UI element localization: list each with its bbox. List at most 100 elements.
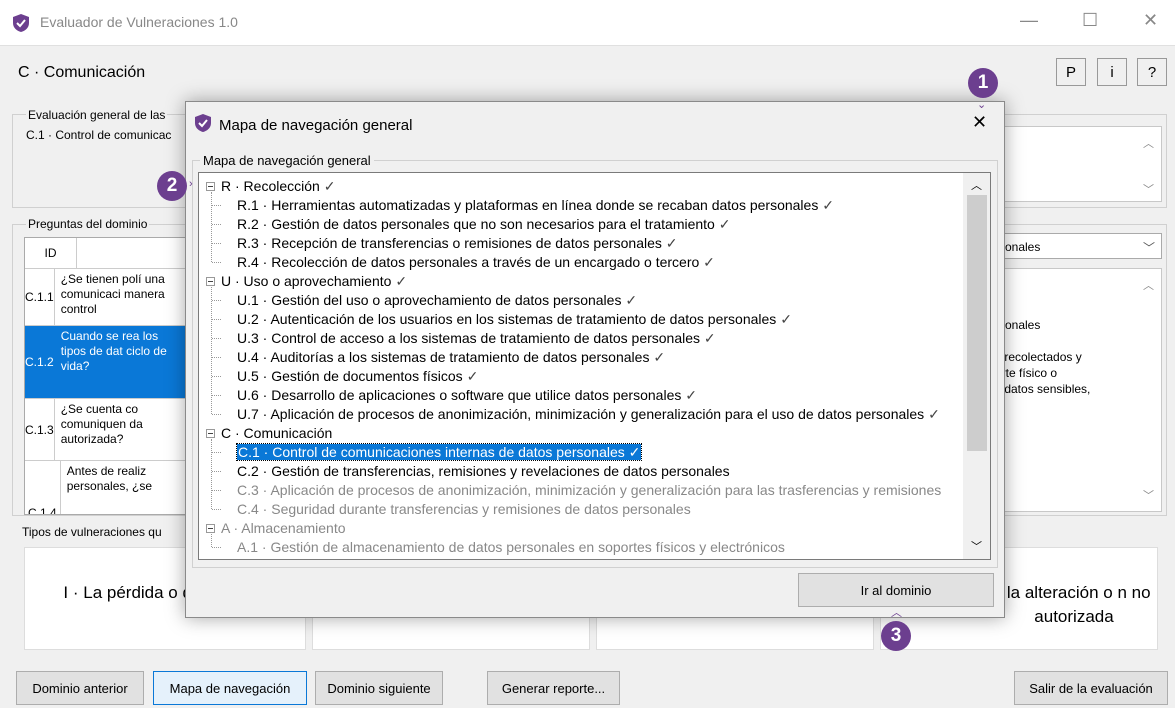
help-button[interactable]: ? (1137, 58, 1167, 86)
tree-subdomain-node[interactable]: U.6 · Desarrollo de aplicaciones o softw… (237, 386, 697, 404)
table-row[interactable]: C.1.3 ¿Se cuenta co comuniquen da autoriz… (25, 398, 185, 460)
scroll-up-icon[interactable]: ︿ (968, 176, 985, 193)
table-header: ID (25, 238, 185, 268)
collapse-toggle-icon[interactable] (206, 429, 215, 438)
row-id: C.1.3 (25, 399, 55, 460)
tree-node-label: C.4 · Seguridad durante transferencias y… (237, 501, 691, 517)
tree-connector (212, 509, 221, 510)
dialog-close-button[interactable]: ✕ (972, 112, 987, 133)
tree-connector (212, 357, 221, 358)
tree-subdomain-node[interactable]: R.2 · Gestión de datos personales que no… (237, 215, 730, 233)
generate-report-button[interactable]: Generar reporte... (487, 671, 620, 705)
tree-subdomain-node[interactable]: U.4 · Auditorías a los sistemas de trata… (237, 348, 665, 366)
tree-subdomain-node[interactable]: C.4 · Seguridad durante transferencias y… (237, 500, 691, 518)
table-row[interactable]: C.1.1 ¿Se tienen polí una comunicaci mane… (25, 268, 185, 325)
tree-subdomain-node[interactable]: R.3 · Recepción de transferencias o remi… (237, 234, 678, 252)
tree-domain-node[interactable]: A · Almacenamiento (221, 519, 346, 537)
tree-node-label: C.1 · Control de comunicaciones internas… (235, 443, 643, 461)
tree-scrollbar[interactable]: ︿ ﹀ (963, 173, 990, 559)
annotation-badge-1: 1 (968, 68, 998, 98)
checkmark-icon: ✓ (718, 216, 731, 232)
table-row-selected[interactable]: C.1.2 Cuando se rea los tipos de dat cicl… (25, 325, 185, 398)
tree-subdomain-node[interactable]: U.1 · Gestión del uso o aprovechamiento … (237, 291, 637, 309)
tree-node-label: A · Almacenamiento (221, 520, 346, 536)
tree-domain-node[interactable]: U · Uso o aprovechamiento ✓ (221, 272, 407, 290)
tree-node-label: A.1 · Gestión de almacenamiento de datos… (237, 539, 785, 555)
tree-subdomain-node[interactable]: U.2 · Autenticación de los usuarios en l… (237, 310, 792, 328)
info-button[interactable]: i (1097, 58, 1127, 86)
tree-subdomain-node[interactable]: U.5 · Gestión de documentos físicos ✓ (237, 367, 478, 385)
exit-evaluation-button[interactable]: Salir de la evaluación (1014, 671, 1168, 705)
tree-subdomain-node[interactable]: C.1 · Control de comunicaciones internas… (235, 443, 643, 461)
collapse-toggle-icon[interactable] (206, 182, 215, 191)
tree-connector (212, 319, 221, 320)
scroll-down-icon[interactable]: ﹀ (1140, 486, 1157, 503)
checkmark-icon: ✓ (625, 292, 638, 308)
domain-title: C · Comunicación (18, 64, 146, 81)
tree-connector (212, 338, 221, 339)
tree-connector (211, 534, 212, 547)
dialog-title: Mapa de navegación general (219, 117, 413, 134)
p-button[interactable]: P (1056, 58, 1086, 86)
tree-connector (212, 262, 221, 263)
table-row[interactable]: C.1.4 Antes de realiz personales, ¿se (25, 460, 185, 514)
scroll-up-icon[interactable]: ︿ (1140, 276, 1157, 293)
tree-connector (212, 224, 221, 225)
tree-connector (212, 452, 221, 453)
scroll-up-icon[interactable]: ︿ (1140, 134, 1157, 151)
tree-domain-node[interactable]: C · Comunicación (221, 424, 332, 442)
annotation-badge-3: 3 (881, 621, 911, 651)
previous-domain-button[interactable]: Dominio anterior (16, 671, 144, 705)
minimize-button[interactable]: — (1020, 10, 1038, 31)
tree-node-label: R · Recolección ✓ (221, 178, 336, 194)
tree-subdomain-node[interactable]: C.2 · Gestión de transferencias, remisio… (237, 462, 730, 480)
detail-line: rsonales (995, 318, 1041, 332)
scroll-down-icon[interactable]: ﹀ (1140, 180, 1157, 197)
tree-node-label: U.6 · Desarrollo de aplicaciones o softw… (237, 387, 697, 403)
tree-subdomain-node[interactable]: U.3 · Control de acceso a los sistemas d… (237, 329, 716, 347)
navigation-map-dialog: Mapa de navegación general ✕ Mapa de nav… (185, 101, 1005, 618)
tree-node-label: U.2 · Autenticación de los usuarios en l… (237, 311, 792, 327)
collapse-toggle-icon[interactable] (206, 524, 215, 533)
window-title: Evaluador de Vulneraciones 1.0 (40, 14, 238, 30)
checkmark-icon: ✓ (395, 273, 408, 289)
checkmark-icon: ✓ (822, 197, 834, 213)
tree-connector (212, 471, 221, 472)
tree-subdomain-node[interactable]: A.1 · Gestión de almacenamiento de datos… (237, 538, 785, 556)
checkmark-icon: ✓ (928, 406, 940, 422)
go-to-domain-button[interactable]: Ir al dominio (798, 573, 994, 607)
scrollbar-thumb[interactable] (967, 195, 987, 451)
tree-node-label: R.3 · Recepción de transferencias o remi… (237, 235, 678, 251)
maximize-button[interactable]: ☐ (1082, 10, 1098, 31)
detail-line: orte físico o (995, 366, 1058, 380)
row-id: C.1.2 (25, 326, 55, 398)
tree-subdomain-node[interactable]: C.3 · Aplicación de procesos de anonimiz… (237, 481, 941, 499)
tree-domain-node[interactable]: R · Recolección ✓ (221, 177, 335, 195)
tree-node-label: R.4 · Recolección de datos personales a … (237, 254, 715, 270)
tree-node-label: C.2 · Gestión de transferencias, remisio… (237, 463, 730, 479)
close-button[interactable]: ✕ (1143, 10, 1158, 31)
tree-connector (212, 490, 221, 491)
collapse-toggle-icon[interactable] (206, 277, 215, 286)
tree-node-label: R.2 · Gestión de datos personales que no… (237, 216, 731, 232)
tree-subdomain-node[interactable]: U.7 · Aplicación de procesos de anonimiz… (237, 405, 940, 423)
checkmark-icon: ✓ (466, 368, 479, 384)
vulnerability-dropdown[interactable]: rsonales ﹀ (990, 233, 1162, 259)
tree-subdomain-node[interactable]: R.1 · Herramientas automatizadas y plata… (237, 196, 834, 214)
chevron-down-icon: ﹀ (1142, 241, 1155, 255)
navigation-map-button[interactable]: Mapa de navegación (153, 671, 307, 705)
scroll-down-icon[interactable]: ﹀ (968, 537, 985, 554)
questions-table: ID C.1.1 ¿Se tienen polí una comunicaci m… (24, 237, 186, 515)
next-domain-button[interactable]: Dominio siguiente (315, 671, 443, 705)
vulnerability-types-label: Tipos de vulneraciones qu (22, 525, 162, 539)
checkmark-icon: ✓ (665, 235, 678, 251)
checkmark-icon: ✓ (780, 311, 792, 327)
tree-node-label: U.7 · Aplicación de procesos de anonimiz… (237, 406, 940, 422)
general-evaluation-label: Evaluación general de las (26, 108, 168, 122)
tree-node-label: R.1 · Herramientas automatizadas y plata… (237, 197, 834, 213)
tree-subdomain-node[interactable]: R.4 · Recolección de datos personales a … (237, 253, 715, 271)
checkmark-icon: ✓ (653, 349, 666, 365)
tree-node-label: U · Uso o aprovechamiento ✓ (221, 273, 408, 289)
general-evaluation-value: C.1 · Control de comunicac (26, 128, 172, 142)
row-id: C.1.1 (25, 269, 55, 325)
